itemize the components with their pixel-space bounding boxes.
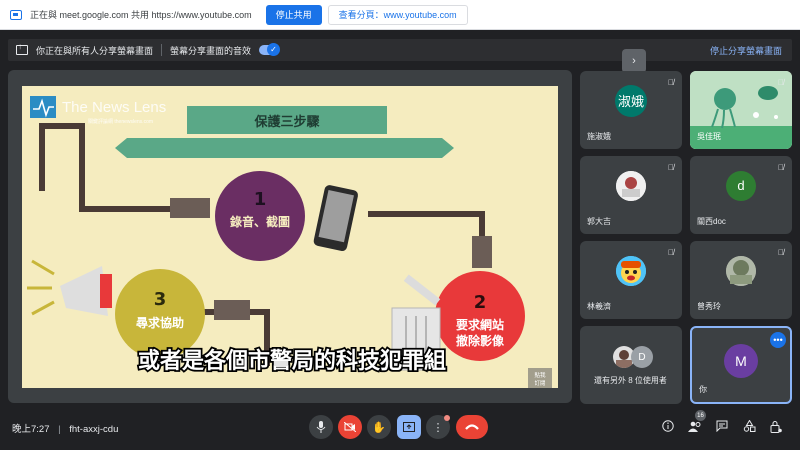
notification-dot <box>444 415 450 421</box>
mic-off-icon: 🎙̸ <box>668 78 674 87</box>
info-icon <box>662 420 674 432</box>
avatar <box>616 255 646 286</box>
video-subtitle: 或者是各個市警局的科技犯罪組 <box>138 348 446 374</box>
avatar: 淑娥 <box>615 84 647 117</box>
participant-name: 你 <box>699 385 707 394</box>
participant-name: 施淑娥 <box>587 132 611 141</box>
plug-right <box>472 236 492 268</box>
mic-off-icon: 🎙̸ <box>778 248 784 257</box>
meeting-code: fht-axxj-cdu <box>69 424 119 435</box>
step-3-number: 3 <box>154 289 167 310</box>
present-screen-icon <box>16 42 28 55</box>
banner-ribbon <box>115 138 454 158</box>
bottom-control-bar: 晚上7:27 | fht-axxj-cdu ✋ ⋮ <box>0 406 800 450</box>
divider <box>161 44 163 56</box>
participant-name: 吳佳珉 <box>697 132 721 141</box>
more-options-icon[interactable]: ••• <box>770 332 786 348</box>
avatar: d <box>726 170 756 201</box>
slide-illustration: 保護三步驟 1 錄音、截圖 2 要求網站 撤除影像 3 尋求協助 The New… <box>27 96 552 388</box>
camera-off-icon <box>344 422 356 432</box>
participant-tile[interactable]: 🎙̸ 郭大吉 <box>580 156 682 234</box>
participant-name: 郭大吉 <box>587 217 611 226</box>
participant-tile[interactable]: 🎙̸ 淑娥 施淑娥 <box>580 71 682 149</box>
presenting-bar: 你正在與所有人分享螢幕畫面 螢幕分享畫面的音效 停止分享螢幕畫面 <box>8 39 792 61</box>
others-tile[interactable]: D 還有另外 8 位使用者 <box>580 326 682 404</box>
plug-left <box>170 198 210 218</box>
step-2-text-1: 要求網站 <box>456 317 504 332</box>
raise-hand-icon: ✋ <box>372 421 386 434</box>
chrome-share-bar: 正在與 meet.google.com 共用 https://www.youtu… <box>0 0 800 30</box>
activities-button[interactable] <box>741 418 757 434</box>
participant-tile[interactable]: 🎙̸ 林羲濟 <box>580 241 682 319</box>
collapse-panel-button[interactable]: › <box>622 49 646 73</box>
share-audio-toggle[interactable] <box>259 43 281 56</box>
share-message: 正在與 meet.google.com 共用 https://www.youtu… <box>30 10 252 20</box>
participant-name: 林羲濟 <box>587 302 611 311</box>
participant-tile[interactable]: 🎙̸ 吳佳珉 <box>690 71 792 149</box>
host-controls-button[interactable] <box>768 418 784 434</box>
step-2-text-2: 撤除影像 <box>456 333 505 348</box>
end-call-icon <box>465 424 479 430</box>
megaphone-graphic <box>27 259 112 316</box>
step-2-number: 2 <box>474 292 487 313</box>
participant-name: 曾秀玲 <box>697 302 721 311</box>
stop-sharing-button[interactable]: 停止共用 <box>265 4 322 25</box>
end-call-button[interactable] <box>456 415 488 439</box>
step-1-number: 1 <box>254 189 267 210</box>
avatar <box>616 170 646 201</box>
meeting-details-button[interactable] <box>660 418 676 434</box>
self-tile[interactable]: ••• M 你 <box>690 326 792 404</box>
profile-photo <box>726 255 756 286</box>
mic-off-icon: 🎙̸ <box>778 163 784 172</box>
mic-off-icon: 🎙̸ <box>778 78 784 87</box>
step-1-text: 錄音、截圖 <box>230 214 290 229</box>
microphone-icon <box>316 421 326 433</box>
avatar <box>726 255 756 286</box>
present-button[interactable] <box>397 415 421 439</box>
banner-title: 保護三步驟 <box>253 114 320 130</box>
avatar: M <box>724 344 758 379</box>
watermark-line2: 訂閱 <box>534 379 545 387</box>
chat-icon <box>716 420 728 432</box>
phone-graphic <box>313 185 358 252</box>
raise-hand-button[interactable]: ✋ <box>367 415 391 439</box>
avatar: D <box>631 346 653 368</box>
participant-name: 關西doc <box>697 217 726 226</box>
plug-bottom <box>214 300 250 320</box>
present-icon <box>403 422 415 432</box>
mic-off-icon: 🎙̸ <box>668 163 674 172</box>
participant-tile[interactable]: 🎙̸ d 關西doc <box>690 156 792 234</box>
activities-icon <box>743 420 755 432</box>
step-3-text: 尋求協助 <box>136 315 184 330</box>
stop-presenting-link[interactable]: 停止分享螢幕畫面 <box>710 44 782 57</box>
clock-time: 晚上7:27 <box>12 424 50 435</box>
view-tab-button[interactable]: 查看分頁：www.youtube.com <box>327 4 468 25</box>
people-icon <box>688 421 701 432</box>
people-count-badge: 16 <box>695 410 706 421</box>
shared-slide: 保護三步驟 1 錄音、截圖 2 要求網站 撤除影像 3 尋求協助 The New… <box>22 86 558 388</box>
more-options-icon: ⋮ <box>432 421 444 434</box>
meet-screen: 正在與 meet.google.com 共用 https://www.youtu… <box>0 0 800 450</box>
logo-text: The News Lens <box>62 99 166 116</box>
profile-photo <box>616 170 646 201</box>
logo-subtext: 關鍵評論網 thenewslens.com <box>88 118 153 125</box>
host-controls-icon <box>770 420 782 433</box>
watermark-line1: 點我 <box>534 371 546 379</box>
camera-button[interactable] <box>338 415 362 439</box>
info-separator: | <box>58 424 61 435</box>
others-label: 還有另外 8 位使用者 <box>594 376 667 385</box>
step-3-circle <box>115 269 205 359</box>
share-audio-label: 螢幕分享畫面的音效 <box>170 45 252 56</box>
cable-right <box>368 211 485 236</box>
presenting-label: 你正在與所有人分享螢幕畫面 <box>36 45 154 56</box>
microphone-button[interactable] <box>309 415 333 439</box>
mic-off-icon: 🎙̸ <box>668 248 674 257</box>
screen-share-icon <box>10 9 22 20</box>
participant-tile[interactable]: 🎙̸ 曾秀玲 <box>690 241 792 319</box>
chat-button[interactable] <box>714 418 730 434</box>
cartoon-avatar <box>616 255 646 286</box>
meeting-info: 晚上7:27 | fht-axxj-cdu <box>12 421 118 435</box>
